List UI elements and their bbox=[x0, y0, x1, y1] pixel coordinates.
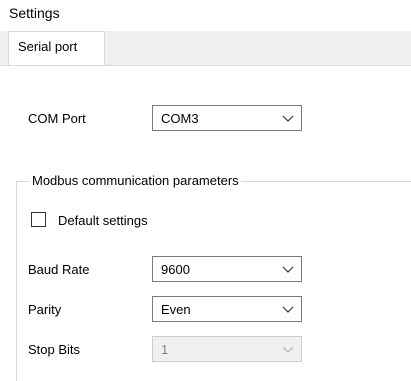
stop-bits-select: 1 bbox=[152, 336, 302, 362]
baud-rate-value: 9600 bbox=[161, 262, 190, 277]
com-port-label: COM Port bbox=[28, 111, 86, 126]
default-settings-checkbox[interactable] bbox=[31, 212, 46, 227]
com-port-value: COM3 bbox=[161, 111, 199, 126]
tab-serial-port[interactable]: Serial port bbox=[8, 31, 105, 65]
parity-select[interactable]: Even bbox=[152, 296, 302, 322]
stop-bits-label: Stop Bits bbox=[28, 342, 81, 357]
stop-bits-value: 1 bbox=[161, 342, 169, 357]
chevron-down-icon bbox=[282, 266, 294, 273]
baud-rate-label: Baud Rate bbox=[28, 262, 90, 277]
tab-strip: Serial port bbox=[0, 31, 411, 66]
tab-label: Serial port bbox=[18, 39, 78, 54]
parity-value: Even bbox=[161, 302, 191, 317]
chevron-down-icon bbox=[282, 306, 294, 313]
chevron-down-icon bbox=[282, 346, 294, 353]
chevron-down-icon bbox=[282, 115, 294, 122]
default-settings-label: Default settings bbox=[58, 213, 148, 228]
window-title: Settings bbox=[9, 5, 60, 21]
parity-label: Parity bbox=[28, 302, 62, 317]
modbus-group-title: Modbus communication parameters bbox=[30, 173, 241, 188]
com-port-select[interactable]: COM3 bbox=[152, 105, 302, 131]
baud-rate-select[interactable]: 9600 bbox=[152, 256, 302, 282]
